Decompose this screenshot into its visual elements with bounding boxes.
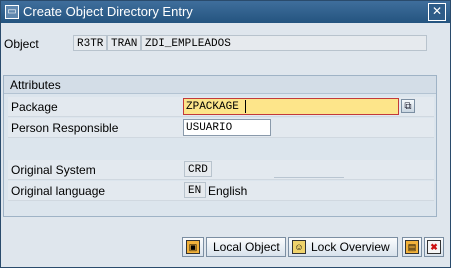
text-cursor [245,100,246,113]
attributes-header: Attributes [4,76,436,94]
lock-overview-label: Lock Overview [311,240,390,254]
original-system-field: CRD [184,161,212,177]
title-bar: ▭ Create Object Directory Entry ✕ [1,1,450,23]
local-object-label: Local Object [213,240,280,254]
person-responsible-label: Person Responsible [11,121,119,135]
object-pgmid-field: R3TR [73,35,107,51]
attributes-group: Attributes Package ZPACKAGE ⧉ Person Res… [3,75,437,217]
cancel-icon: ✖ [427,240,441,254]
original-language-text: English [208,184,248,198]
cancel-button[interactable]: ✖ [424,237,444,257]
window-menu-icon[interactable]: ▭ [5,5,19,19]
package-label: Package [11,100,58,114]
close-icon[interactable]: ✕ [428,3,446,21]
person-responsible-value: USUARIO [186,122,233,134]
dialog-window: ▭ Create Object Directory Entry ✕ Object… [0,0,451,268]
person-responsible-input[interactable]: USUARIO [183,119,271,136]
original-system-row: Original System [8,160,434,180]
value-help-icon[interactable]: ⧉ [401,99,415,113]
save-button[interactable]: ▣ [182,237,204,257]
object-row: Object R3TR TRAN ZDI_EMPLEADOS [1,31,450,57]
original-language-label: Original language [11,184,106,198]
local-object-button[interactable]: Local Object [206,237,286,257]
object-label: Object [4,37,39,51]
save-icon: ▣ [186,240,200,254]
original-system-label: Original System [11,163,96,177]
object-name-field: ZDI_EMPLEADOS [141,35,427,51]
divider [274,177,344,178]
dialog-title: Create Object Directory Entry [23,4,193,19]
button-bar: ▣ Local Object ☺ Lock Overview ▤ ✖ [1,237,450,261]
lock-overview-icon: ☺ [292,240,306,254]
object-type-field: TRAN [107,35,141,51]
original-language-code-field: EN [184,182,206,198]
save-only-button[interactable]: ▤ [402,237,422,257]
lock-overview-button[interactable]: ☺ Lock Overview [288,237,398,257]
save-only-icon: ▤ [405,240,419,254]
package-value: ZPACKAGE [186,101,239,113]
package-input[interactable]: ZPACKAGE [183,98,399,115]
attributes-title: Attributes [10,78,61,92]
